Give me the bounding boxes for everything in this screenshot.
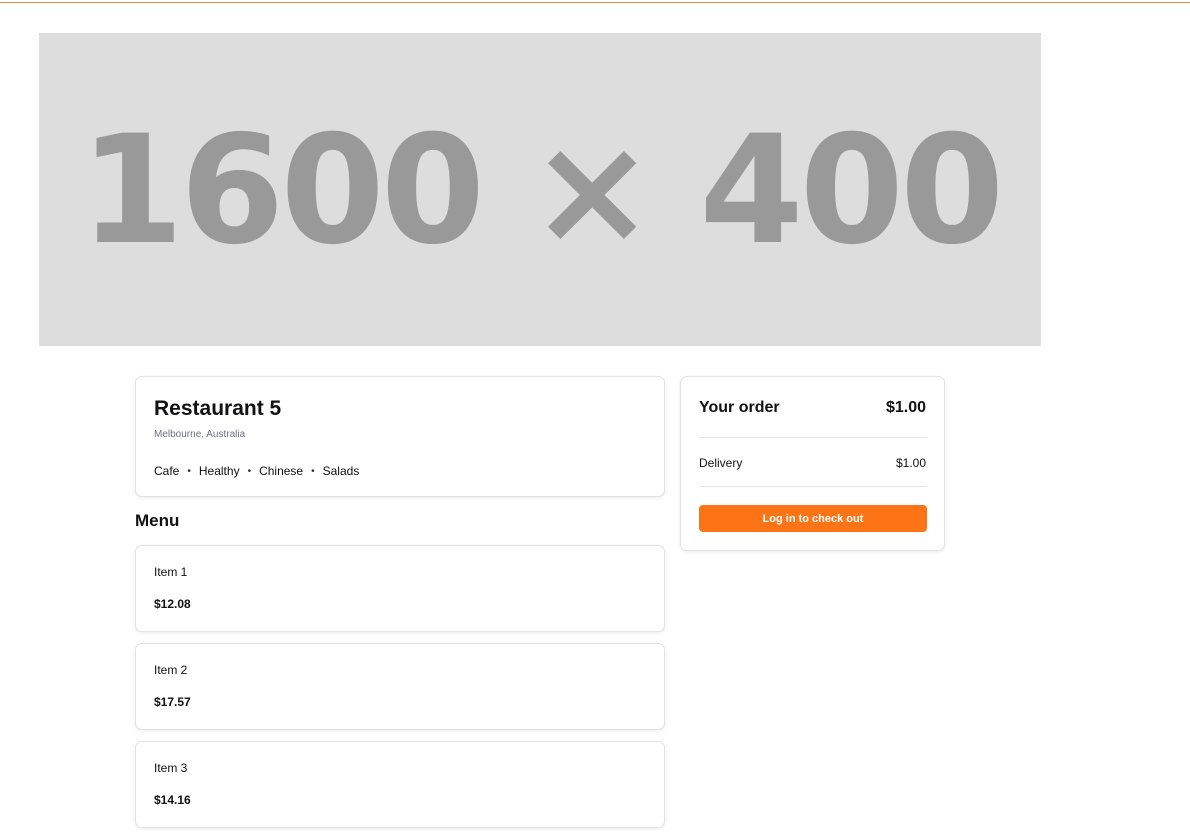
delivery-label: Delivery <box>699 456 743 470</box>
menu-item-name: Item 2 <box>154 663 188 677</box>
top-accent-line <box>0 2 1190 3</box>
menu-item-price: $12.08 <box>154 597 191 611</box>
restaurant-name: Restaurant 5 <box>154 397 282 420</box>
tag-separator: • <box>187 465 191 477</box>
order-summary-card: Your order $1.00 Delivery $1.00 Log in t… <box>680 376 945 551</box>
menu-item-3[interactable]: Item 3 $14.16 <box>135 741 665 828</box>
tag-cafe: Cafe <box>154 464 180 478</box>
order-total: $1.00 <box>885 399 926 416</box>
tag-healthy: Healthy <box>198 464 240 478</box>
menu-heading: Menu <box>135 511 180 530</box>
tag-separator: • <box>311 465 315 477</box>
menu-item-1[interactable]: Item 1 $12.08 <box>135 545 665 632</box>
hero-placeholder-text: 1600 × 400 <box>79 103 1005 278</box>
tag-chinese: Chinese <box>259 464 304 478</box>
menu-item-name: Item 1 <box>154 565 188 579</box>
order-title: Your order <box>699 399 780 416</box>
menu-item-price: $17.57 <box>154 695 191 709</box>
restaurant-info-card: Restaurant 5 Melbourne, Australia Cafe •… <box>135 376 665 497</box>
delivery-fee: $1.00 <box>895 456 926 470</box>
order-divider <box>699 486 927 487</box>
restaurant-location: Melbourne, Australia <box>154 429 246 440</box>
cuisine-tags: Cafe • Healthy • Chinese • Salads <box>154 464 359 478</box>
hero-banner: 1600 × 400 <box>39 33 1041 346</box>
login-to-checkout-button[interactable]: Log in to check out <box>699 505 927 532</box>
tag-separator: • <box>247 465 252 477</box>
menu-item-2[interactable]: Item 2 $17.57 <box>135 643 665 730</box>
order-divider <box>699 437 927 438</box>
tag-salads: Salads <box>322 464 360 478</box>
menu-item-price: $14.16 <box>154 793 191 807</box>
menu-item-name: Item 3 <box>154 761 188 775</box>
